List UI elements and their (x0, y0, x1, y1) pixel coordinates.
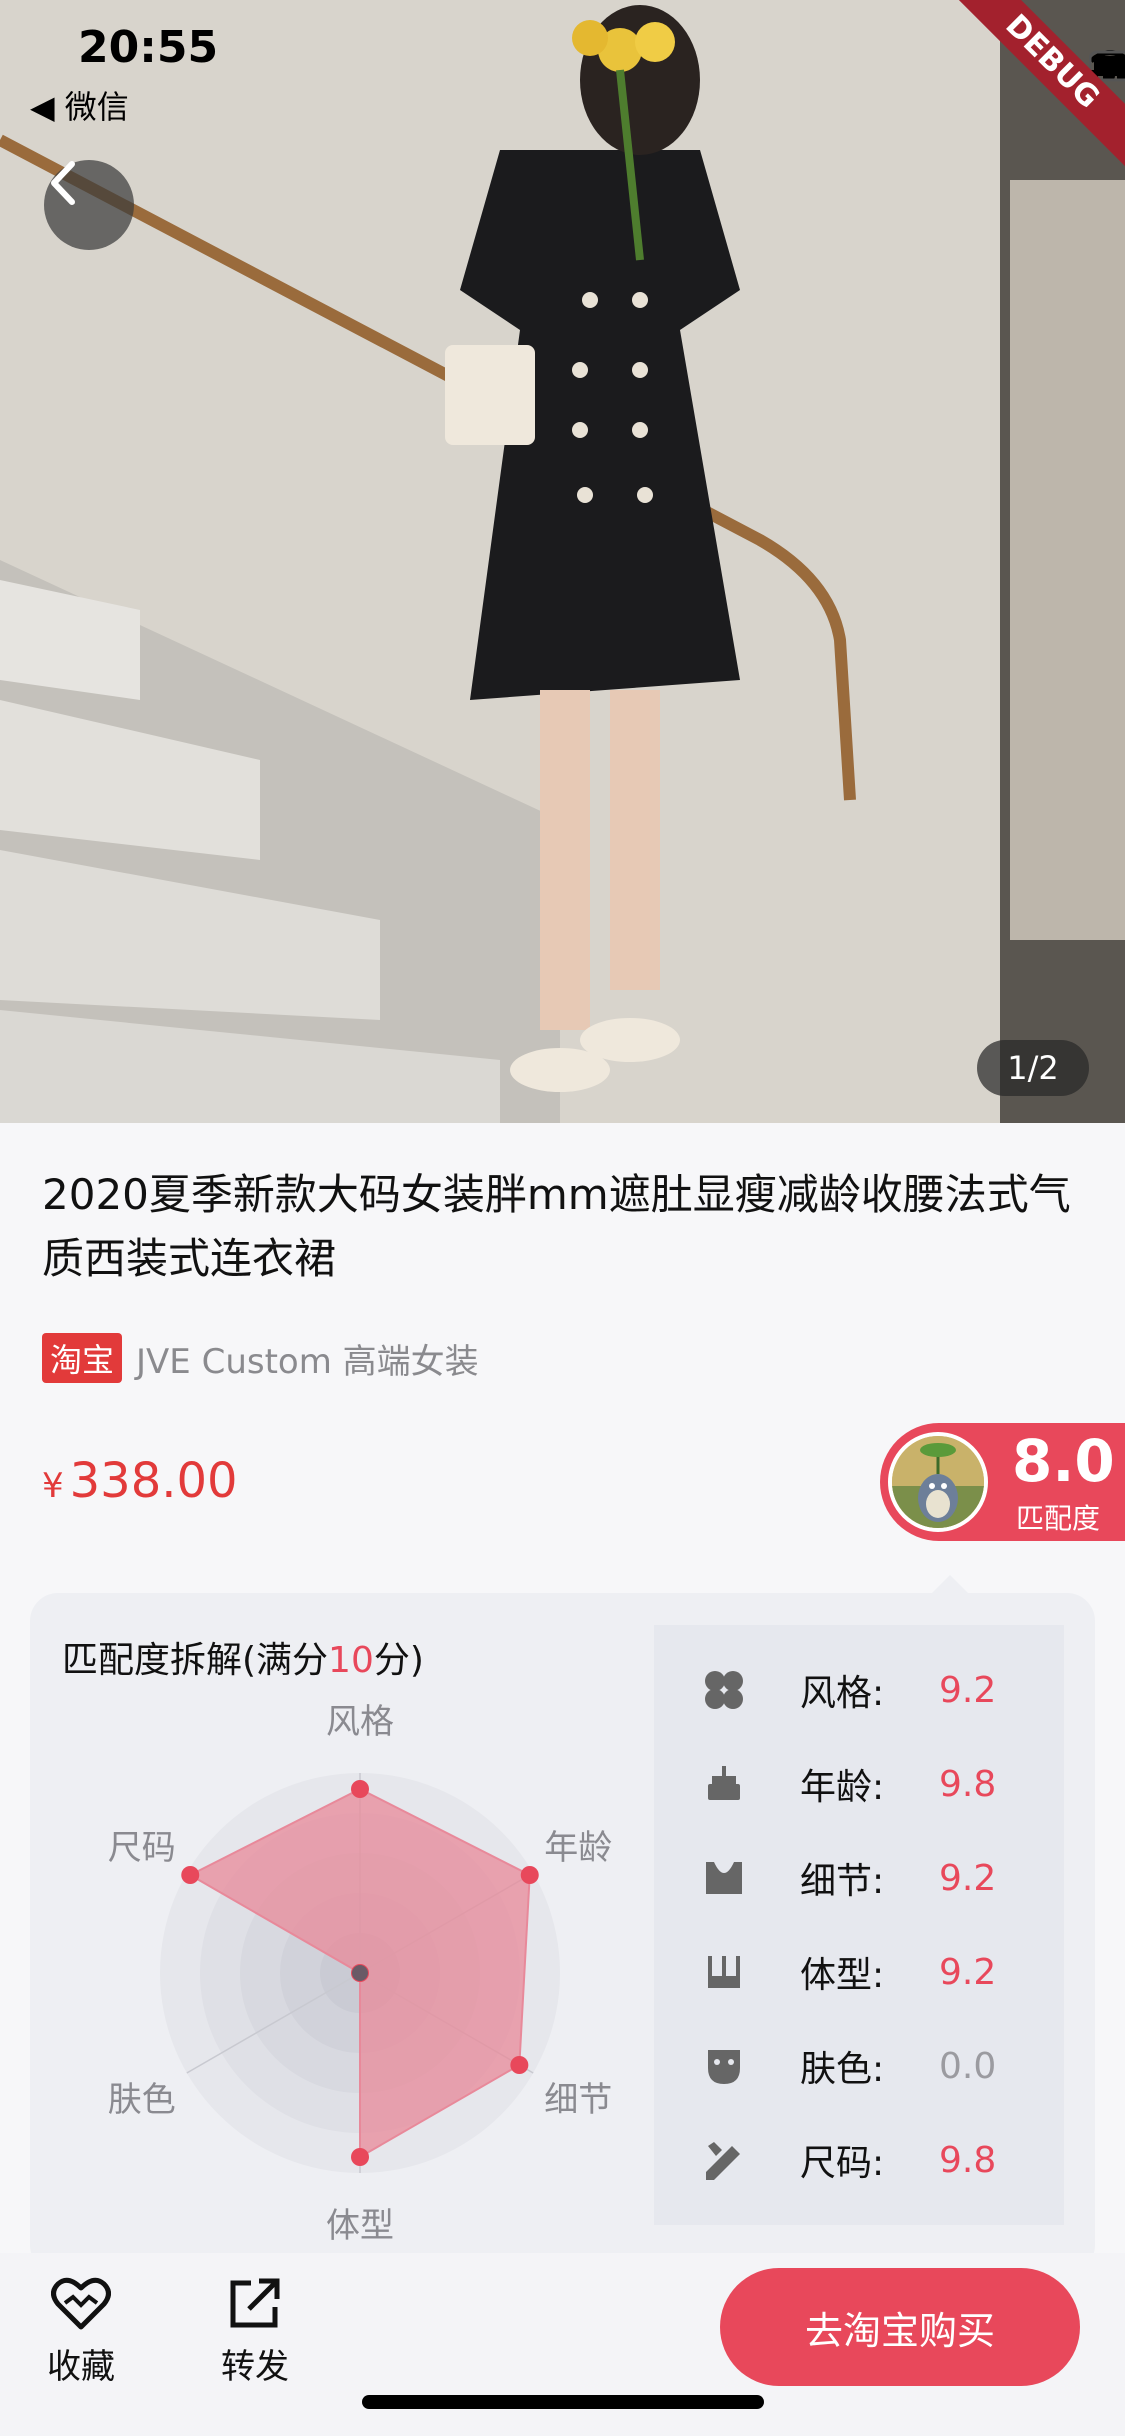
score-value: 9.2 (939, 1669, 997, 1711)
favorite-label: 收藏 (47, 2347, 115, 2387)
match-breakdown-card: 匹配度拆解(满分10分) 风格年龄细节体型 肤色 尺码 风格: 9.2 年龄: 9.8 细节… (30, 1593, 1095, 2273)
match-label: 匹配度 (1016, 1502, 1101, 1535)
match-score: 8.0 (1012, 1427, 1115, 1495)
radar-axis-label: 尺码 (108, 1828, 176, 1868)
breakdown-title: 匹配度拆解(满分10分) (62, 1631, 424, 1683)
skin-face-icon (702, 2044, 746, 2088)
radar-axis-label: 肤色 (108, 2080, 176, 2120)
score-row: 肤色: 0.0 (654, 2026, 1064, 2106)
breakdown-title-prefix: 匹配度拆解(满分 (62, 1640, 329, 1681)
back-to-app-link[interactable]: ◀ 微信 (30, 82, 129, 128)
score-row: 年龄: 9.8 (654, 1744, 1064, 1824)
radar-axis-label: 细节 (544, 2080, 612, 2120)
radar-axis-label: 年龄 (544, 1828, 612, 1868)
score-row: 细节: 9.2 (654, 1838, 1064, 1918)
status-time: 20:55 (78, 22, 219, 73)
breakdown-title-max: 10 (328, 1640, 374, 1681)
avatar (888, 1432, 988, 1532)
shop-name[interactable]: JVE Custom 高端女装 (136, 1334, 479, 1383)
radar-data-point (510, 2056, 529, 2074)
product-photo (0, 0, 1125, 1123)
totoro-avatar-icon (892, 1436, 984, 1528)
radar-data-point (181, 1866, 200, 1884)
price-value: 338.00 (69, 1453, 238, 1509)
body-shape-icon (702, 1950, 746, 1994)
radar-chart: 风格年龄细节体型 肤色 尺码 (108, 1702, 612, 2246)
card-pointer (930, 1575, 970, 1595)
share-button[interactable]: 转发 (210, 2277, 300, 2388)
product-info-section: 2020夏季新款大码女装胖mm遮肚显瘦减龄收腰法式气质西装式连衣裙 淘宝 JVE… (0, 1123, 1125, 2273)
score-list: 风格: 9.2 年龄: 9.8 细节: 9.2 体型: 9.2 肤色: 0.0 尺码: 9.8 (654, 1625, 1064, 2225)
score-label: 尺码: (800, 2143, 885, 2184)
radar-axis-label: 体型 (326, 2206, 394, 2246)
detail-bodice-icon (702, 1856, 746, 1900)
score-value: 9.8 (939, 2139, 997, 2181)
style-icon (702, 1668, 746, 1712)
breakdown-title-suffix: 分) (373, 1640, 424, 1681)
score-label: 体型: (800, 1955, 885, 1996)
buy-on-taobao-button[interactable]: 去淘宝购买 (720, 2268, 1080, 2386)
radar-data-point (520, 1866, 539, 1884)
age-cake-icon (702, 1762, 746, 1806)
chevron-left-icon (51, 161, 75, 205)
score-value: 9.8 (939, 1763, 997, 1805)
score-row: 体型: 9.2 (654, 1932, 1064, 2012)
score-row: 风格: 9.2 (654, 1650, 1064, 1730)
share-label: 转发 (221, 2347, 289, 2387)
match-score-badge[interactable]: 8.0 匹配度 (880, 1423, 1125, 1541)
score-label: 风格: (800, 1673, 885, 1714)
score-label: 肤色: (800, 2049, 885, 2090)
platform-tag: 淘宝 (42, 1333, 123, 1383)
score-label: 年龄: (800, 1767, 885, 1808)
score-value: 9.2 (939, 1951, 997, 1993)
score-row: 尺码: 9.8 (654, 2120, 1064, 2200)
heart-icon (51, 2277, 111, 2330)
share-export-icon (230, 2278, 280, 2328)
gallery-page-indicator: 1/2 (977, 1040, 1089, 1096)
score-label: 细节: (800, 1861, 885, 1902)
currency-symbol: ¥ (42, 1466, 64, 1506)
bottom-action-bar: 收藏 转发 去淘宝购买 (0, 2253, 1125, 2436)
favorite-button[interactable]: 收藏 (36, 2277, 126, 2388)
home-indicator[interactable] (362, 2395, 764, 2409)
radar-data-point (351, 2148, 369, 2166)
product-title: 2020夏季新款大码女装胖mm遮肚显瘦减龄收腰法式气质西装式连衣裙 (42, 1170, 1071, 1283)
product-photo-gallery[interactable]: 20:55 ◀ 微信 DEBUG 1/2 (0, 0, 1125, 1123)
score-value: 0.0 (939, 2045, 997, 2087)
back-button[interactable] (44, 160, 134, 250)
size-ruler-pencil-icon (702, 2138, 746, 2182)
radar-center-dot (352, 1965, 368, 1981)
shop-row[interactable]: 淘宝 JVE Custom 高端女装 (42, 1333, 479, 1383)
product-price: ¥338.00 (42, 1453, 238, 1509)
score-value: 9.2 (939, 1857, 997, 1899)
radar-axis-label: 风格 (326, 1702, 394, 1742)
radar-data-point (351, 1780, 369, 1798)
